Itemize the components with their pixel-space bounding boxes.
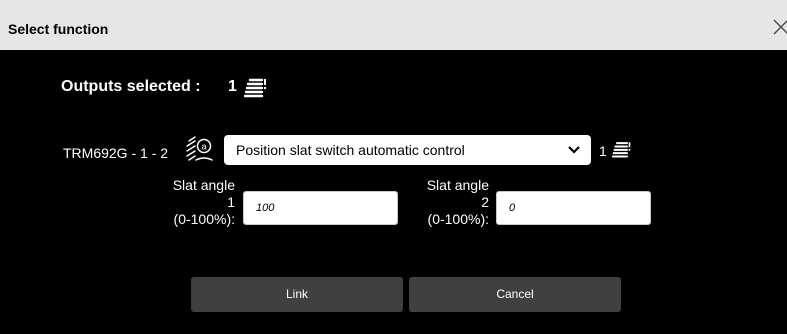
slat-angle-1-label-line1: Slat angle — [172, 177, 235, 193]
slat-angle-2-label-line2: 2 — [481, 194, 489, 210]
dialog-title: Select function — [8, 21, 109, 37]
svg-text:a: a — [201, 142, 206, 152]
slat-angle-2-value: 0 — [509, 202, 516, 214]
slat-angle-2-label-line1: Slat angle — [426, 177, 489, 193]
slat-angle-1-label-line3: (0-100%): — [173, 211, 235, 227]
slat-angle-1-label: Slat angle 1 (0-100%): — [140, 177, 235, 228]
slat-angle-1-input[interactable]: 100 — [243, 191, 398, 225]
chevron-down-icon — [568, 146, 580, 154]
slat-auto-icon: a — [186, 136, 213, 161]
slat-angle-2-input[interactable]: 0 — [496, 191, 651, 225]
dialog-titlebar: Select function — [0, 0, 787, 50]
stack-layers-icon — [244, 78, 267, 98]
stack-layers-small-icon — [612, 142, 631, 158]
slat-angle-2-label-line3: (0-100%): — [427, 211, 489, 227]
close-icon[interactable] — [772, 18, 787, 36]
device-label: TRM692G - 1 - 2 — [63, 145, 169, 161]
slat-angle-1-label-line2: 1 — [227, 194, 235, 210]
outputs-selected-count: 1 — [228, 78, 237, 95]
function-select-value: Position slat switch automatic control — [236, 142, 465, 158]
slat-angle-1-value: 100 — [256, 202, 275, 214]
dialog-body: Outputs selected : 1 TRM692G - 1 - 2 a P… — [0, 50, 787, 334]
slat-angle-2-label: Slat angle 2 (0-100%): — [394, 177, 489, 228]
cancel-button[interactable]: Cancel — [409, 277, 621, 312]
outputs-selected-label: Outputs selected : — [61, 78, 201, 95]
function-select[interactable]: Position slat switch automatic control — [224, 135, 591, 165]
function-output-count: 1 — [599, 143, 607, 159]
link-button[interactable]: Link — [191, 277, 403, 312]
